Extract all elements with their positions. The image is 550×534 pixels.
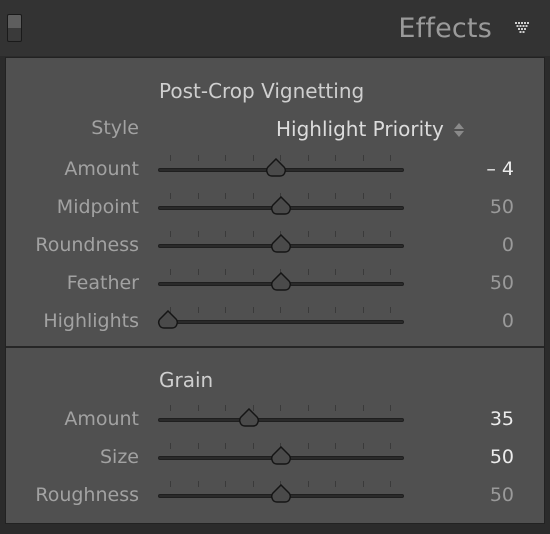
slider-thumb[interactable]: [265, 158, 287, 178]
effects-panel: Post-Crop Vignetting Style Highlight Pri…: [5, 57, 545, 524]
slider-row-size: Size 50: [6, 442, 544, 472]
style-dropdown-value[interactable]: Highlight Priority: [276, 117, 444, 141]
slider-label: Feather: [66, 272, 139, 294]
section-divider: [6, 346, 544, 348]
collapse-triangle-icon[interactable]: [514, 21, 532, 35]
slider-row-roughness: Roughness 50: [6, 480, 544, 510]
slider-label: Amount: [64, 158, 139, 180]
style-label: Style: [91, 117, 139, 139]
vignetting-section-title: Post-Crop Vignetting: [159, 79, 365, 103]
grain-section-title: Grain: [159, 368, 214, 392]
slider-thumb[interactable]: [270, 484, 292, 504]
slider-thumb[interactable]: [238, 408, 260, 428]
slider-value[interactable]: 0: [502, 310, 514, 332]
slider-row-highlights: Highlights 0: [6, 306, 544, 336]
slider-thumb[interactable]: [157, 310, 179, 330]
slider-value[interactable]: 50: [490, 446, 514, 468]
slider-track[interactable]: [158, 418, 404, 422]
slider-label: Size: [99, 446, 139, 468]
slider-label: Roughness: [35, 484, 139, 506]
slider-track[interactable]: [158, 320, 404, 324]
slider-label: Amount: [64, 408, 139, 430]
slider-thumb[interactable]: [270, 196, 292, 216]
slider-value[interactable]: 50: [490, 272, 514, 294]
slider-value[interactable]: 0: [502, 234, 514, 256]
slider-thumb[interactable]: [270, 446, 292, 466]
panel-header[interactable]: Effects: [0, 0, 550, 56]
panel-title: Effects: [398, 13, 492, 44]
slider-row-amount: Amount – 4: [6, 154, 544, 184]
slider-label: Midpoint: [56, 196, 139, 218]
slider-row-feather: Feather 50: [6, 268, 544, 298]
slider-value[interactable]: 35: [490, 408, 514, 430]
slider-label: Roundness: [35, 234, 139, 256]
slider-ticks: [158, 307, 404, 315]
slider-thumb[interactable]: [270, 272, 292, 292]
slider-value[interactable]: 50: [490, 484, 514, 506]
panel-toggle-switch[interactable]: [7, 14, 22, 42]
dropdown-arrows-icon[interactable]: [452, 121, 466, 139]
slider-row-midpoint: Midpoint 50: [6, 192, 544, 222]
slider-row-roundness: Roundness 0: [6, 230, 544, 260]
slider-value[interactable]: – 4: [486, 158, 514, 180]
slider-row-amount: Amount 35: [6, 404, 544, 434]
slider-ticks: [158, 405, 404, 413]
slider-thumb[interactable]: [270, 234, 292, 254]
slider-value[interactable]: 50: [490, 196, 514, 218]
slider-label: Highlights: [43, 310, 139, 332]
